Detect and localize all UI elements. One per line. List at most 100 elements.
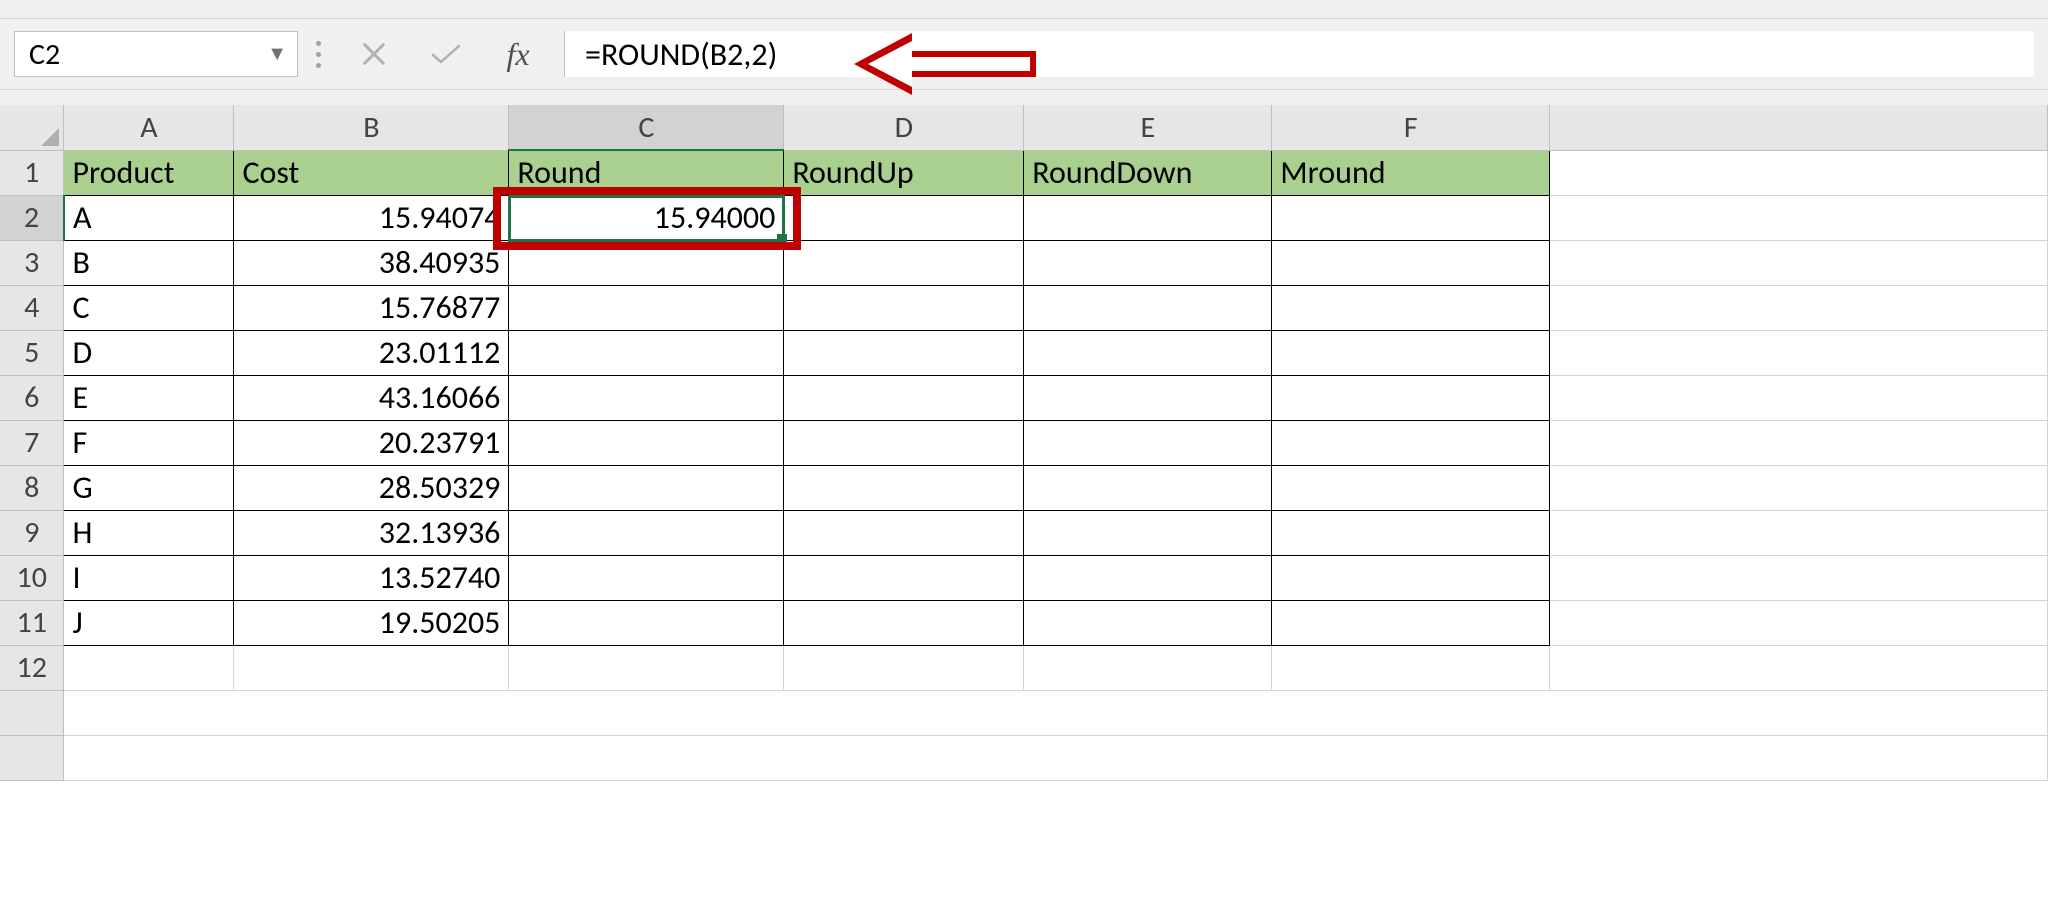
cell-B8[interactable]: 28.50329 [234,465,509,510]
cell-E5[interactable] [1024,330,1272,375]
cell-B11[interactable]: 19.50205 [234,600,509,645]
cell-G12[interactable] [1550,645,2048,690]
cell-C12[interactable] [509,645,784,690]
cell-C3[interactable] [509,240,784,285]
rowhead-1[interactable]: 1 [0,150,64,195]
cell-B3[interactable]: 38.40935 [234,240,509,285]
rowhead-13[interactable] [0,690,64,735]
cell-F5[interactable] [1272,330,1550,375]
col-F[interactable]: F [1272,105,1550,150]
cell-D9[interactable] [784,510,1024,555]
cell-D3[interactable] [784,240,1024,285]
cancel-button[interactable] [338,31,410,77]
rowhead-12[interactable]: 12 [0,645,64,690]
cell-G10[interactable] [1550,555,2048,600]
rowhead-9[interactable]: 9 [0,510,64,555]
cell-E10[interactable] [1024,555,1272,600]
select-all-corner[interactable] [0,105,64,150]
rowhead-6[interactable]: 6 [0,375,64,420]
cell-G7[interactable] [1550,420,2048,465]
cell-F8[interactable] [1272,465,1550,510]
enter-button[interactable] [410,31,482,77]
cell-A11[interactable]: J [64,600,234,645]
name-box-dropdown-icon[interactable]: ▼ [267,42,287,66]
cell-E2[interactable] [1024,195,1272,240]
cell-E1[interactable]: RoundDown [1024,150,1272,195]
cell-G3[interactable] [1550,240,2048,285]
cell-D2[interactable] [784,195,1024,240]
cell-E12[interactable] [1024,645,1272,690]
cell-C6[interactable] [509,375,784,420]
cell-A6[interactable]: E [64,375,234,420]
cell-C10[interactable] [509,555,784,600]
cell-D5[interactable] [784,330,1024,375]
cell-D4[interactable] [784,285,1024,330]
cell-D12[interactable] [784,645,1024,690]
cell-C5[interactable] [509,330,784,375]
cell-B9[interactable]: 32.13936 [234,510,509,555]
cell-C2[interactable]: 15.94000 [509,195,784,240]
rowhead-4[interactable]: 4 [0,285,64,330]
cell-G8[interactable] [1550,465,2048,510]
rowhead-10[interactable]: 10 [0,555,64,600]
cell-A12[interactable] [64,645,234,690]
cell-F11[interactable] [1272,600,1550,645]
cell-A1[interactable]: Product [64,150,234,195]
col-A[interactable]: A [64,105,234,150]
cell-G1[interactable] [1550,150,2048,195]
cell-C7[interactable] [509,420,784,465]
cell-F10[interactable] [1272,555,1550,600]
cell-A8[interactable]: G [64,465,234,510]
cell-A5[interactable]: D [64,330,234,375]
cell-B2[interactable]: 15.94074 [234,195,509,240]
cell-C1[interactable]: Round [509,150,784,195]
cell-A2[interactable]: A [64,195,234,240]
cell-E4[interactable] [1024,285,1272,330]
cell-D6[interactable] [784,375,1024,420]
rowhead-2[interactable]: 2 [0,195,64,240]
cell-F7[interactable] [1272,420,1550,465]
cell-E8[interactable] [1024,465,1272,510]
col-B[interactable]: B [234,105,509,150]
rowhead-7[interactable]: 7 [0,420,64,465]
cell-D1[interactable]: RoundUp [784,150,1024,195]
cell-C9[interactable] [509,510,784,555]
rowhead-8[interactable]: 8 [0,465,64,510]
cell-G9[interactable] [1550,510,2048,555]
cell-B5[interactable]: 23.01112 [234,330,509,375]
cell-D11[interactable] [784,600,1024,645]
cell-B6[interactable]: 43.16066 [234,375,509,420]
col-D[interactable]: D [784,105,1024,150]
cell-F4[interactable] [1272,285,1550,330]
cell-D8[interactable] [784,465,1024,510]
cell-D7[interactable] [784,420,1024,465]
cell-G5[interactable] [1550,330,2048,375]
cell-C8[interactable] [509,465,784,510]
rowhead-5[interactable]: 5 [0,330,64,375]
insert-function-button[interactable]: fx [482,31,554,77]
cell-F1[interactable]: Mround [1272,150,1550,195]
cell-E3[interactable] [1024,240,1272,285]
spreadsheet-grid[interactable]: A B C D E F 1 Product Cost Round RoundUp… [0,105,2048,919]
cell-E7[interactable] [1024,420,1272,465]
name-box[interactable]: C2 ▼ [14,31,298,77]
cell-A7[interactable]: F [64,420,234,465]
cell-E9[interactable] [1024,510,1272,555]
cell-E11[interactable] [1024,600,1272,645]
cell-F3[interactable] [1272,240,1550,285]
col-G-extra[interactable] [1550,105,2048,150]
cell-F6[interactable] [1272,375,1550,420]
formula-input[interactable]: =ROUND(B2,2) [564,31,2034,77]
col-E[interactable]: E [1024,105,1272,150]
cell-A3[interactable]: B [64,240,234,285]
cell-D10[interactable] [784,555,1024,600]
cell-G2[interactable] [1550,195,2048,240]
cell-A10[interactable]: I [64,555,234,600]
cell-B10[interactable]: 13.52740 [234,555,509,600]
rowhead-14[interactable] [0,735,64,780]
cell-G4[interactable] [1550,285,2048,330]
cell-B1[interactable]: Cost [234,150,509,195]
cell-F9[interactable] [1272,510,1550,555]
col-C[interactable]: C [509,105,784,150]
rowhead-3[interactable]: 3 [0,240,64,285]
